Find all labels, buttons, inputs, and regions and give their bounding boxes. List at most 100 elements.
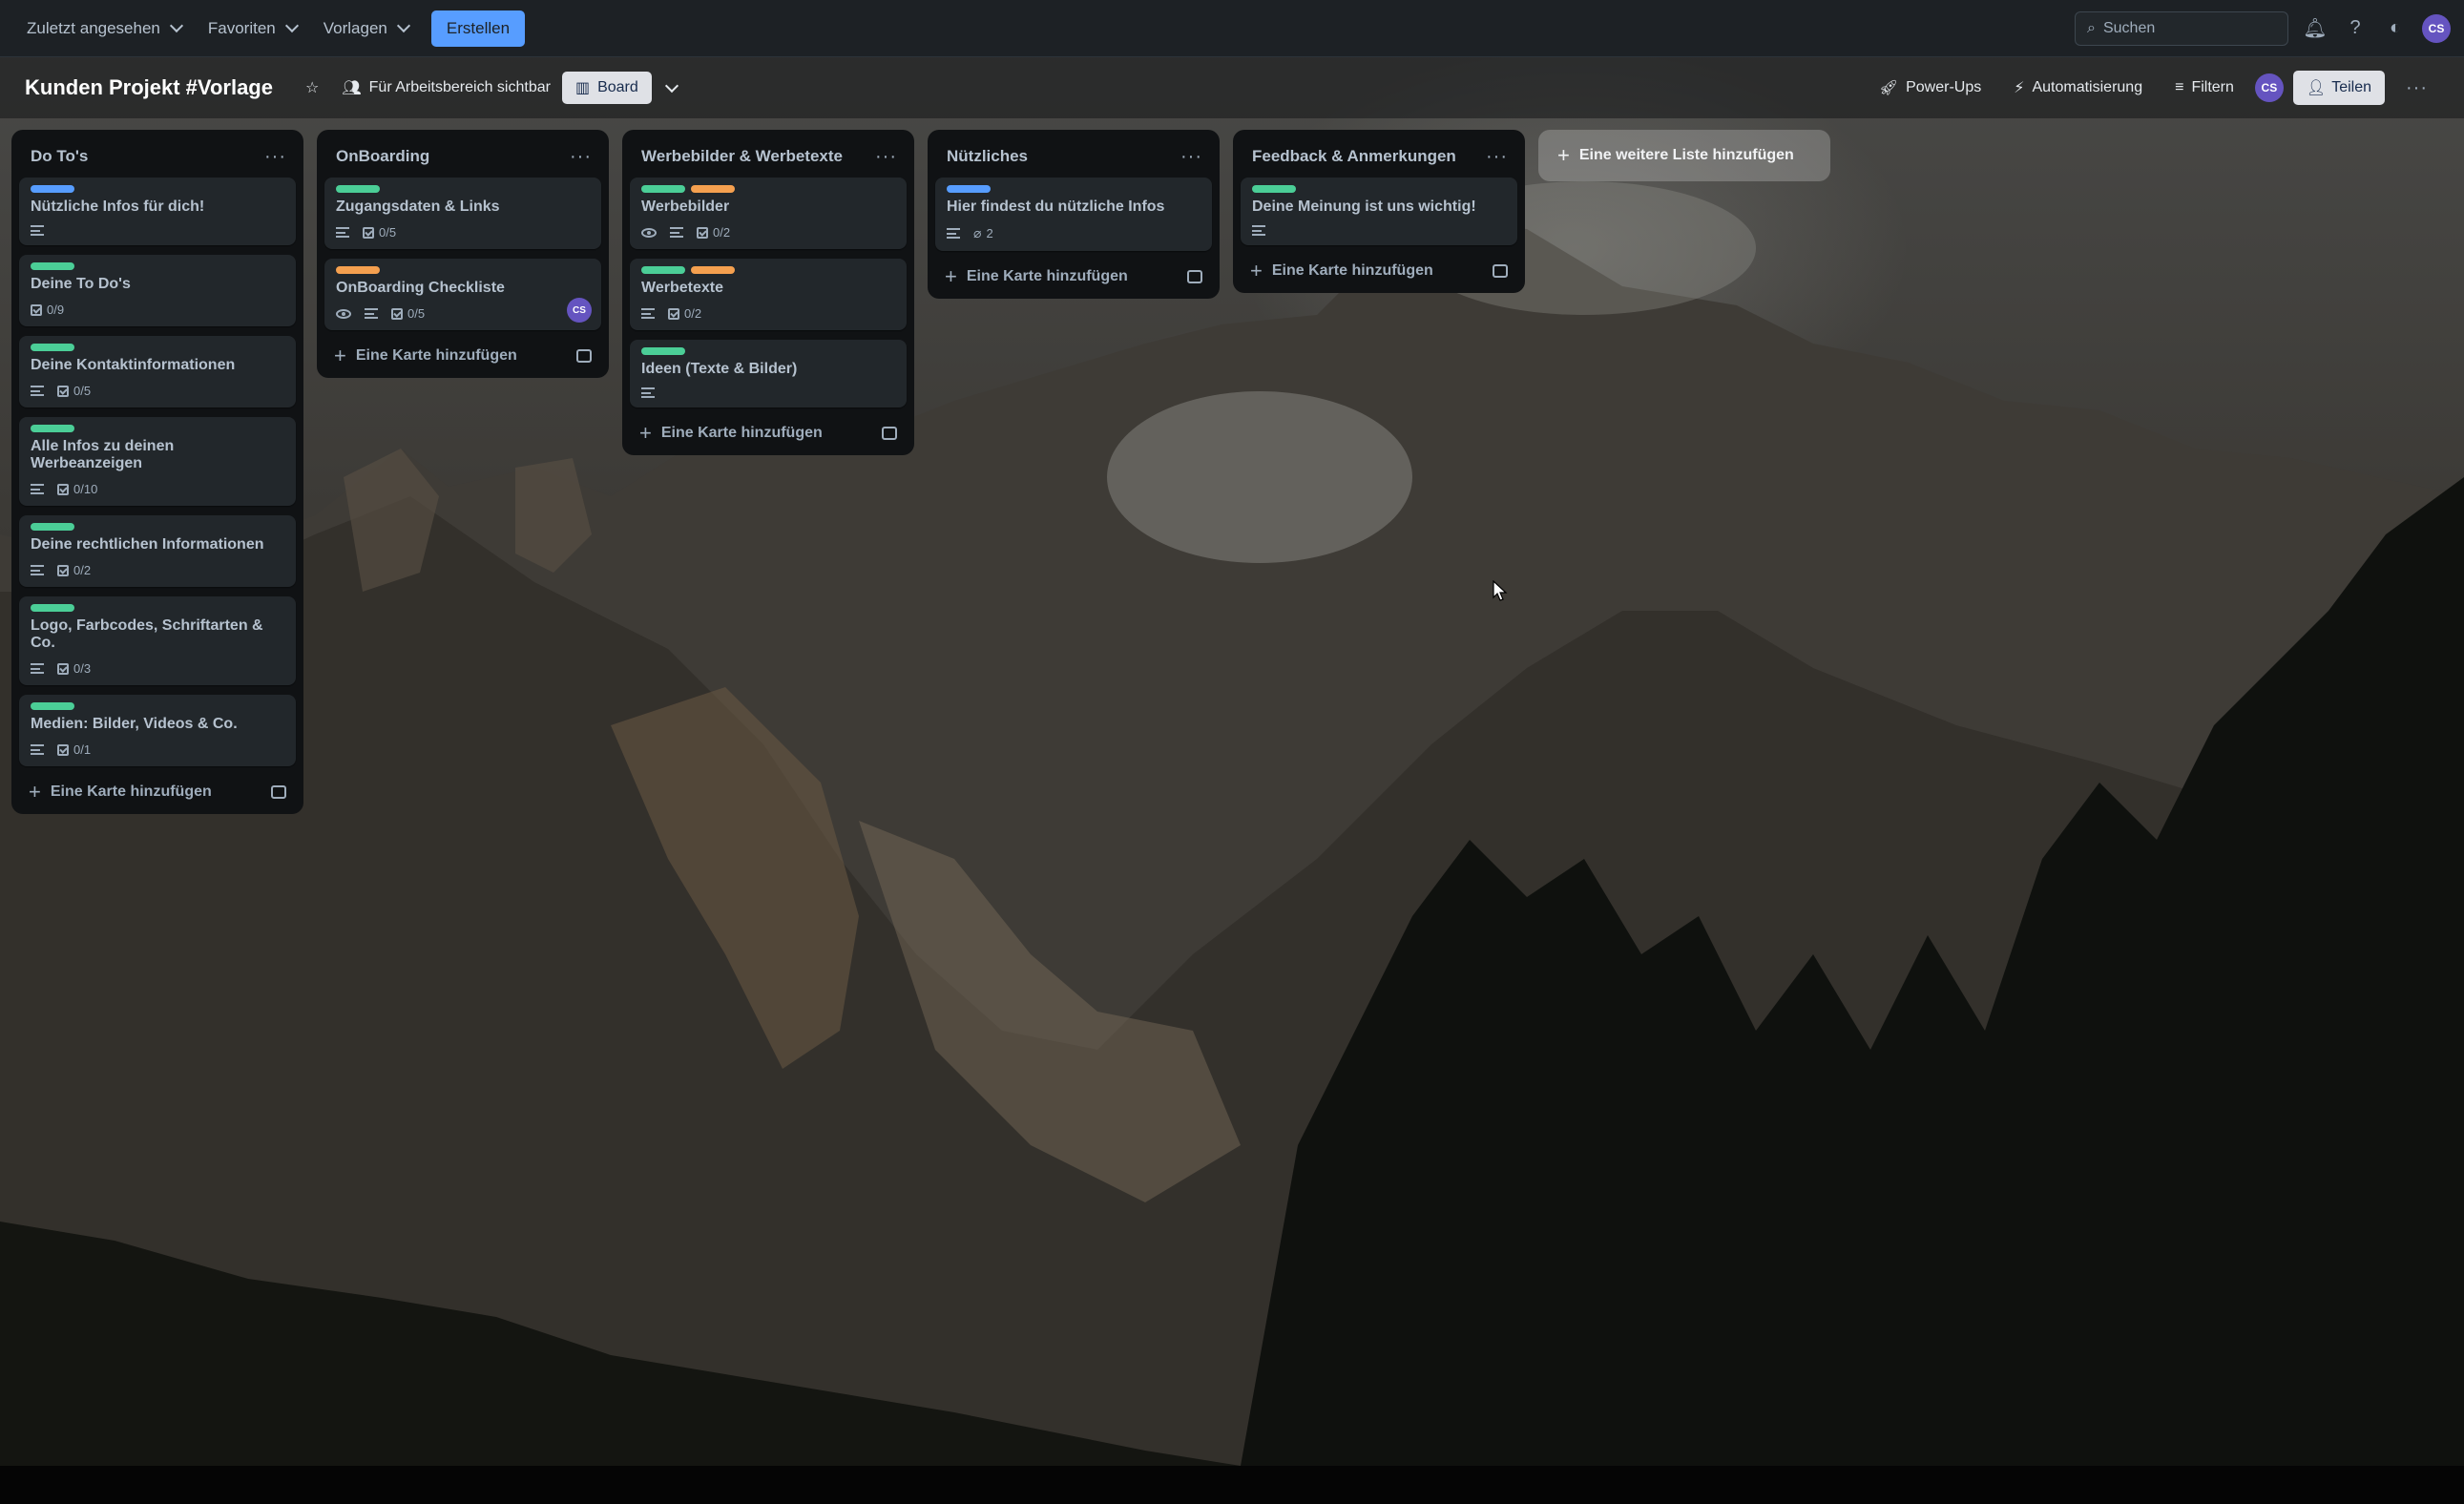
- more-icon[interactable]: ···: [264, 147, 286, 166]
- card[interactable]: Ideen (Texte & Bilder): [630, 340, 907, 407]
- more-icon[interactable]: ···: [1486, 147, 1508, 166]
- template-icon[interactable]: [271, 785, 286, 799]
- label-orange[interactable]: [336, 266, 380, 274]
- label-green[interactable]: [31, 262, 74, 270]
- label-green[interactable]: [31, 702, 74, 710]
- share-label: Teilen: [2331, 79, 2372, 95]
- card[interactable]: Hier findest du nützliche Infos ⌀ 2: [935, 178, 1212, 251]
- card[interactable]: Werbebilder 0/2: [630, 178, 907, 249]
- recent-menu[interactable]: Zuletzt angesehen: [13, 11, 195, 46]
- board-view-button[interactable]: ▥ Board: [561, 72, 652, 104]
- checklist-count: 0/5: [407, 306, 426, 321]
- label-blue[interactable]: [31, 185, 74, 193]
- label-green[interactable]: [31, 523, 74, 531]
- notifications-icon[interactable]: 🔔︎: [2302, 15, 2328, 42]
- checklist-icon: [57, 483, 69, 495]
- person-add-icon: 👤︎: [2306, 80, 2327, 96]
- label-green[interactable]: [31, 425, 74, 432]
- star-icon: ☆: [304, 80, 320, 96]
- card-member-avatar[interactable]: CS: [567, 298, 592, 323]
- powerups-button[interactable]: 🚀︎ Power-Ups: [1868, 71, 1993, 105]
- card[interactable]: Zugangsdaten & Links 0/5: [324, 178, 601, 249]
- card[interactable]: Deine Kontaktinformationen 0/5: [19, 336, 296, 407]
- description-icon: [31, 663, 44, 674]
- label-orange[interactable]: [691, 185, 735, 193]
- more-icon[interactable]: ···: [1180, 147, 1202, 166]
- list-title[interactable]: Do To's: [31, 147, 88, 166]
- list-werbebilder-werbetexte: Werbebilder & Werbetexte ··· Werbebilder…: [622, 130, 914, 455]
- template-icon[interactable]: [1187, 270, 1202, 283]
- user-avatar[interactable]: CS: [2422, 13, 2451, 43]
- views-dropdown[interactable]: [652, 78, 688, 98]
- template-icon[interactable]: [576, 349, 592, 363]
- list-header: Nützliches ···: [935, 137, 1212, 178]
- visibility-button[interactable]: 👥︎ Für Arbeitsbereich sichtbar: [330, 71, 562, 105]
- list-title[interactable]: Nützliches: [947, 147, 1028, 166]
- favorites-menu[interactable]: Favoriten: [195, 11, 310, 46]
- checklist-count: 0/2: [713, 225, 731, 240]
- card[interactable]: Logo, Farbcodes, Schriftarten & Co. 0/3: [19, 596, 296, 685]
- board-member-avatar[interactable]: CS: [2254, 73, 2284, 102]
- share-button[interactable]: 👤︎ Teilen: [2292, 71, 2386, 105]
- card[interactable]: Nützliche Infos für dich!: [19, 178, 296, 245]
- card[interactable]: Alle Infos zu deinen Werbeanzeigen 0/10: [19, 417, 296, 506]
- automation-label: Automatisierung: [2032, 79, 2143, 95]
- label-blue[interactable]: [947, 185, 991, 193]
- checklist-count: 0/2: [684, 306, 702, 321]
- more-icon[interactable]: ···: [570, 147, 592, 166]
- list-title[interactable]: Werbebilder & Werbetexte: [641, 147, 843, 166]
- templates-menu-label: Vorlagen: [323, 18, 387, 37]
- label-green[interactable]: [1252, 185, 1296, 193]
- add-card-button[interactable]: + Eine Karte hinzufügen: [324, 340, 601, 370]
- add-card-button[interactable]: + Eine Karte hinzufügen: [1241, 255, 1517, 285]
- label-green[interactable]: [641, 185, 685, 193]
- list-onboarding: OnBoarding ··· Zugangsdaten & Links 0/5 …: [317, 130, 609, 378]
- checklist-count: 0/2: [73, 563, 92, 577]
- description-icon: [947, 228, 960, 239]
- label-orange[interactable]: [691, 266, 735, 274]
- checklist-count: 0/5: [73, 384, 92, 398]
- list-header: Do To's ···: [19, 137, 296, 178]
- theme-toggle-icon[interactable]: ◐: [2382, 15, 2409, 42]
- people-icon: 👥︎: [342, 80, 362, 96]
- search-input[interactable]: ⌕ Suchen: [2075, 10, 2288, 46]
- card[interactable]: Deine To Do's 0/9: [19, 255, 296, 326]
- filter-button[interactable]: ≡ Filtern: [2163, 72, 2245, 104]
- label-green[interactable]: [31, 604, 74, 612]
- help-icon[interactable]: ?: [2342, 15, 2369, 42]
- card[interactable]: OnBoarding Checkliste 0/5 CS: [324, 259, 601, 330]
- board-title[interactable]: Kunden Projekt #Vorlage: [25, 75, 273, 100]
- more-icon[interactable]: ···: [875, 147, 897, 166]
- board-header: Kunden Projekt #Vorlage ☆ 👥︎ Für Arbeits…: [0, 57, 2464, 118]
- create-button[interactable]: Erstellen: [430, 10, 526, 47]
- description-icon: [1252, 225, 1265, 236]
- card[interactable]: Werbetexte 0/2: [630, 259, 907, 330]
- add-card-button[interactable]: + Eine Karte hinzufügen: [19, 776, 296, 806]
- card[interactable]: Deine rechtlichen Informationen 0/2: [19, 515, 296, 587]
- label-green[interactable]: [336, 185, 380, 193]
- list-header: OnBoarding ···: [324, 137, 601, 178]
- star-button[interactable]: ☆: [294, 71, 330, 105]
- add-card-button[interactable]: + Eine Karte hinzufügen: [935, 261, 1212, 291]
- label-green[interactable]: [641, 347, 685, 355]
- description-icon: [31, 484, 44, 494]
- template-icon[interactable]: [1493, 264, 1508, 278]
- add-list-label: Eine weitere Liste hinzufügen: [1578, 147, 1794, 163]
- card[interactable]: Deine Meinung ist uns wichtig!: [1241, 178, 1517, 245]
- board-view-label: Board: [597, 79, 638, 95]
- recent-menu-label: Zuletzt angesehen: [27, 18, 160, 37]
- templates-menu[interactable]: Vorlagen: [310, 11, 422, 46]
- template-icon[interactable]: [882, 427, 897, 440]
- favorites-menu-label: Favoriten: [207, 18, 276, 37]
- add-card-button[interactable]: + Eine Karte hinzufügen: [630, 417, 907, 448]
- add-list-button[interactable]: + Eine weitere Liste hinzufügen: [1538, 130, 1830, 181]
- card[interactable]: Medien: Bilder, Videos & Co. 0/1: [19, 695, 296, 766]
- list-title[interactable]: OnBoarding: [336, 147, 429, 166]
- list-title[interactable]: Feedback & Anmerkungen: [1252, 147, 1456, 166]
- automation-button[interactable]: ⚡︎ Automatisierung: [2002, 71, 2154, 105]
- attachment-count: 2: [986, 226, 993, 240]
- board-menu-button[interactable]: ···: [2394, 75, 2439, 100]
- card-title: Deine Kontaktinformationen: [31, 357, 236, 373]
- label-green[interactable]: [641, 266, 685, 274]
- label-green[interactable]: [31, 344, 74, 351]
